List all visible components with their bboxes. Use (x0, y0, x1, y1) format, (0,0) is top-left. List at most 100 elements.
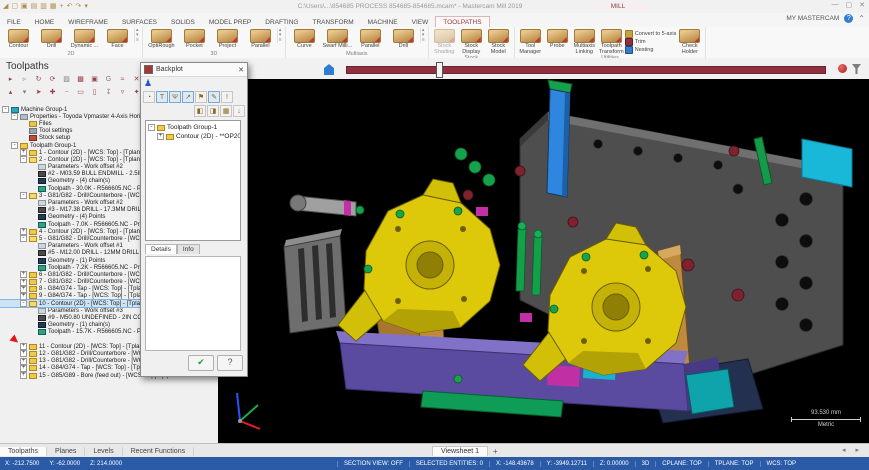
ribbon-tab[interactable]: TRANSFORM (305, 17, 360, 27)
expander-icon[interactable]: + (20, 149, 27, 157)
progress-handle[interactable] (436, 62, 443, 78)
backplot-toolbar-button[interactable]: ✎ (208, 91, 220, 103)
quick-access-icon[interactable]: ▢ (11, 2, 18, 12)
status-icon[interactable] (847, 460, 854, 467)
expander-icon[interactable]: + (20, 350, 27, 358)
status-icon[interactable] (857, 460, 864, 467)
collapse-ribbon-icon[interactable]: ⌃ (858, 14, 865, 23)
my-mastercam-link[interactable]: MY MASTERCAM (786, 15, 839, 22)
status-item[interactable]: SELECTED ENTITIES: 0 (408, 460, 489, 467)
quick-access-icon[interactable]: ▾ (84, 2, 88, 12)
status-icon[interactable] (807, 460, 814, 467)
dialog-title-bar[interactable]: Backplot ✕ (141, 63, 247, 77)
ribbon-button[interactable]: Swarf Milli... (321, 28, 354, 50)
ribbon-button[interactable]: Stock Display (458, 28, 485, 55)
add-viewsheet-icon[interactable]: + (488, 447, 503, 456)
ribbon-tab[interactable]: MODEL PREP (202, 17, 258, 27)
quick-access-icon[interactable]: ◢ (3, 2, 8, 12)
quick-access-icon[interactable]: ▥ (40, 2, 47, 12)
ribbon-button[interactable]: Check Holder (676, 28, 703, 55)
ribbon-button[interactable]: Parallel (354, 28, 387, 50)
ribbon-button[interactable]: Curve (288, 28, 321, 50)
toolpaths-toolbar-icon[interactable]: ↧ (102, 87, 115, 98)
quick-access-icon[interactable]: ↶ (67, 2, 73, 12)
expander-icon[interactable]: + (20, 271, 27, 279)
expander-icon[interactable]: + (20, 285, 27, 293)
ribbon-tab[interactable]: SOLIDS (164, 17, 202, 27)
help-icon[interactable]: ? (844, 14, 854, 23)
ribbon-button[interactable]: Contour (2, 28, 35, 50)
ribbon-button[interactable]: Drill (35, 28, 68, 50)
ribbon-tab[interactable]: SURFACES (115, 17, 164, 27)
graphics-viewport[interactable]: 93.530 mm Metric (218, 79, 869, 443)
gallery-scroll[interactable]: ▴ ▾ ≡ (276, 28, 283, 43)
toolpaths-toolbar-icon[interactable]: ▾ (18, 87, 31, 98)
quick-access-icon[interactable]: + (60, 2, 64, 12)
toolpaths-toolbar-icon[interactable]: ▭ (74, 87, 87, 98)
ribbon-tab[interactable]: DRAFTING (258, 17, 305, 27)
status-item[interactable]: SECTION VIEW: OFF (337, 460, 409, 467)
backplot-toolbar-button[interactable]: ! (221, 91, 233, 103)
toolpaths-toolbar-icon[interactable]: ▨ (60, 74, 73, 85)
ribbon-button[interactable]: Face (101, 28, 134, 50)
status-item[interactable]: Y: -3949.12711 (539, 460, 593, 467)
ribbon-tab[interactable]: TOOLPATHS (435, 16, 490, 27)
ribbon-button[interactable]: Pocket (178, 28, 211, 50)
expander-icon[interactable]: + (20, 278, 27, 286)
backplot-toolbar-button[interactable]: ◨ (207, 105, 219, 117)
manager-tab[interactable]: Planes (47, 446, 86, 456)
status-icon[interactable] (827, 460, 834, 467)
backplot-toolbar-button[interactable]: Ψ (169, 91, 181, 103)
help-button[interactable]: ? (217, 355, 243, 371)
toolpaths-toolbar-icon[interactable]: ⟳ (46, 74, 59, 85)
ribbon-tab[interactable]: VIEW (405, 17, 436, 27)
manager-tab[interactable]: Levels (85, 446, 123, 456)
toolpaths-toolbar-icon[interactable]: ▩ (74, 74, 87, 85)
maximize-icon[interactable]: ▢ (846, 1, 853, 9)
ribbon-tab[interactable]: WIREFRAME (61, 17, 115, 27)
ribbon-button[interactable]: Probe (544, 28, 571, 50)
ribbon-small-button[interactable]: Trim (624, 38, 677, 46)
expander-icon[interactable]: + (20, 343, 27, 351)
ribbon-small-button[interactable]: Convert to 5-axis (624, 30, 676, 38)
expander-icon[interactable]: - (2, 106, 9, 114)
expander-icon[interactable]: - (20, 192, 27, 200)
expander-icon[interactable]: - (20, 156, 27, 164)
manager-tab[interactable]: Recent Functions (123, 446, 195, 456)
status-icon[interactable] (817, 460, 824, 467)
toolpaths-toolbar-icon[interactable]: ▣ (88, 74, 101, 85)
dialog-tab[interactable]: Info (176, 244, 200, 254)
expander-icon[interactable]: + (20, 292, 27, 300)
backplot-toolbar-button[interactable]: ⚑ (195, 91, 207, 103)
backplot-toolbar-button[interactable]: T (156, 91, 168, 103)
ribbon-button[interactable]: Parallel (244, 28, 277, 50)
tree-item[interactable]: + Contour (2D) - **OP20** (146, 132, 240, 141)
manager-tab[interactable]: Toolpaths (0, 446, 47, 456)
status-item[interactable]: X: -148.43678 (488, 460, 540, 467)
expander-icon[interactable]: - (148, 124, 155, 131)
quick-access-icon[interactable]: ▦ (50, 2, 57, 12)
expander-icon[interactable]: + (20, 372, 27, 380)
record-icon[interactable] (838, 64, 847, 73)
toolpaths-toolbar-icon[interactable]: ↻ (32, 74, 45, 85)
quick-access-icon[interactable]: ▣ (21, 2, 28, 12)
toolpaths-toolbar-icon[interactable]: ➤ (32, 87, 45, 98)
backplot-toolbar-button[interactable]: ◔ (143, 91, 155, 103)
ribbon-small-button[interactable]: Nesting (624, 46, 677, 54)
expander-icon[interactable]: - (20, 235, 27, 243)
ribbon-button[interactable]: OptiRough (145, 28, 178, 50)
gallery-scroll[interactable]: ▴ ▾ ≡ (419, 28, 426, 43)
toolpaths-toolbar-icon[interactable]: ▴ (4, 87, 17, 98)
toolpaths-toolbar-icon[interactable]: ▸ (4, 74, 17, 85)
expander-icon[interactable]: + (157, 133, 164, 140)
close-icon[interactable]: ✕ (238, 66, 244, 74)
expander-icon[interactable]: + (20, 357, 27, 365)
quick-access-icon[interactable]: ▤ (31, 2, 38, 12)
toolpaths-toolbar-icon[interactable]: ▯ (88, 87, 101, 98)
ribbon-button[interactable]: Dynamic ... (68, 28, 101, 50)
status-item[interactable]: Z: 0.00000 (592, 460, 635, 467)
ribbon-button[interactable]: Drill (387, 28, 420, 50)
expander-icon[interactable]: + (20, 228, 27, 236)
ribbon-button[interactable]: Multiaxis Linking (571, 28, 598, 55)
speed-slider-handle[interactable] (324, 64, 334, 75)
